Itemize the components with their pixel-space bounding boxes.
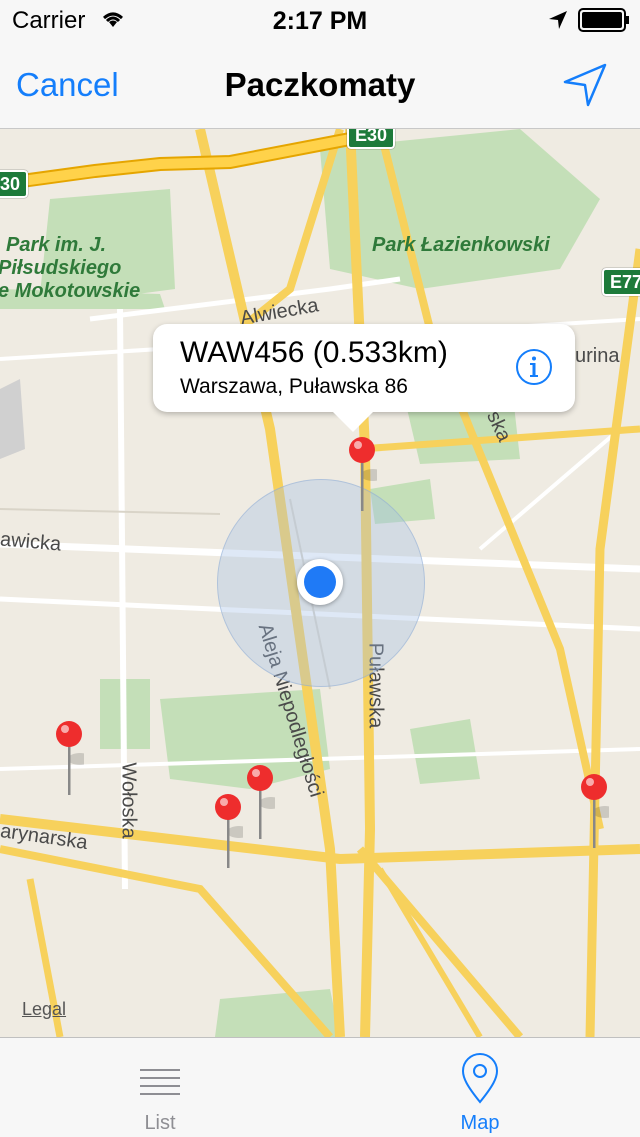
park-label: Piłsudskiego — [0, 257, 122, 279]
location-arrow-icon — [549, 11, 567, 29]
info-icon[interactable] — [515, 348, 553, 386]
tab-list[interactable]: List — [0, 1038, 320, 1137]
locker-pin[interactable] — [213, 792, 243, 872]
callout-address: Warszawa, Puławska 86 — [180, 375, 408, 398]
callout-title: WAW456 (0.533km) — [180, 336, 448, 369]
map-pin-icon — [461, 1053, 499, 1104]
map-view[interactable]: E30 30 E77 Park im. J. Piłsudskiego e Mo… — [0, 129, 640, 1037]
locker-pin[interactable] — [54, 719, 84, 799]
tab-bar: List Map — [0, 1037, 640, 1137]
tab-label: List — [144, 1112, 176, 1134]
road-shield-30: 30 — [0, 170, 29, 198]
road-shield-e30: E30 — [347, 129, 396, 149]
park-label: Park im. J. — [6, 234, 107, 256]
road-shield-e77: E77 — [602, 268, 640, 296]
legal-link[interactable]: Legal — [22, 999, 66, 1020]
user-location-dot — [297, 559, 343, 605]
navigation-bar: Cancel Paczkomaty — [0, 40, 640, 129]
locker-pin-selected[interactable] — [347, 435, 377, 515]
park-label: e Mokotowskie — [0, 280, 141, 302]
page-title: Paczkomaty — [224, 66, 416, 103]
tab-map[interactable]: Map — [320, 1038, 640, 1137]
tab-label: Map — [460, 1112, 500, 1134]
battery-icon — [578, 8, 629, 32]
locker-callout[interactable]: WAW456 (0.533km) Warszawa, Puławska 86 — [153, 324, 575, 432]
street-label: Wołoska — [117, 762, 140, 839]
locker-pin[interactable] — [245, 763, 275, 843]
status-bar: Carrier 2:17 PM — [0, 0, 640, 40]
street-label: urina — [575, 345, 620, 367]
current-location-icon[interactable] — [560, 60, 610, 110]
list-icon — [140, 1069, 180, 1095]
clock: 2:17 PM — [272, 7, 368, 35]
park-label: Park Łazienkowski — [372, 234, 550, 256]
locker-pin[interactable] — [579, 772, 609, 852]
